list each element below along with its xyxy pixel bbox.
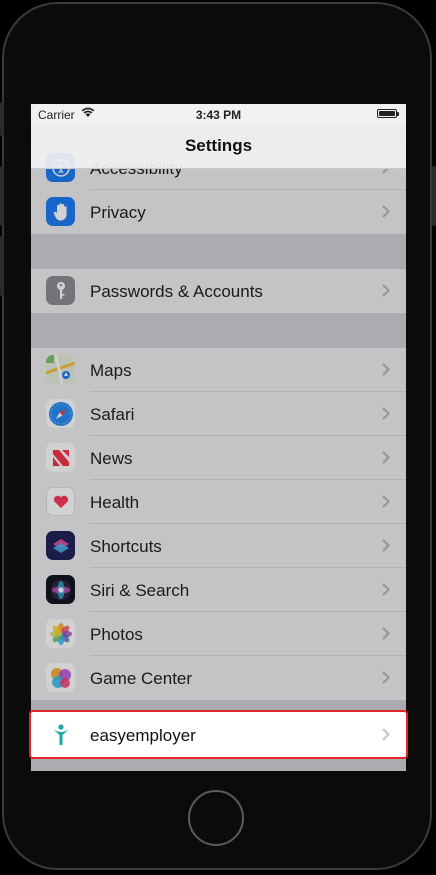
- navigation-bar: Settings: [31, 124, 406, 169]
- photos-icon: [46, 619, 75, 648]
- settings-row-siri-search[interactable]: Siri & Search: [31, 568, 406, 612]
- chevron-right-icon: [382, 451, 390, 469]
- mute-switch: [0, 102, 4, 136]
- settings-row-privacy[interactable]: Privacy: [31, 190, 406, 234]
- settings-row-passwords-accounts[interactable]: Passwords & Accounts: [31, 269, 406, 313]
- chevron-right-icon: [382, 671, 390, 689]
- settings-row-label: Shortcuts: [90, 537, 162, 556]
- settings-row-label: Privacy: [90, 203, 146, 222]
- settings-row-shortcuts[interactable]: Shortcuts: [31, 524, 406, 568]
- easyemployer-logo-icon: [46, 720, 75, 749]
- compass-icon: [46, 399, 75, 428]
- settings-row-health[interactable]: Health: [31, 480, 406, 524]
- game-center-icon: [46, 663, 75, 692]
- settings-row-easyemployer[interactable]: easyemployer: [29, 710, 408, 759]
- chevron-right-icon: [382, 205, 390, 223]
- section-gap: [31, 313, 406, 348]
- volume-down-button: [0, 236, 4, 296]
- maps-icon: [46, 355, 75, 384]
- settings-row-label: Maps: [90, 361, 132, 380]
- page-title: Settings: [184, 136, 253, 155]
- settings-row-label: Passwords & Accounts: [90, 282, 263, 301]
- settings-row-label: Siri & Search: [90, 581, 190, 600]
- chevron-right-icon: [382, 407, 390, 425]
- chevron-right-icon: [382, 284, 390, 302]
- hand-icon: [46, 197, 75, 226]
- screen: Carrier 3:43 PM Settings Accessibility P…: [31, 104, 406, 771]
- volume-up-button: [0, 166, 4, 226]
- settings-row-maps[interactable]: Maps: [31, 348, 406, 392]
- chevron-right-icon: [382, 539, 390, 557]
- settings-row-label: Safari: [90, 405, 135, 424]
- chevron-right-icon: [382, 583, 390, 601]
- chevron-right-icon: [382, 363, 390, 381]
- settings-row-safari[interactable]: Safari: [31, 392, 406, 436]
- news-icon: [46, 443, 75, 472]
- key-icon: [46, 276, 75, 305]
- siri-icon: [46, 575, 75, 604]
- settings-row-news[interactable]: News: [31, 436, 406, 480]
- home-button[interactable]: [188, 790, 244, 846]
- power-button: [432, 166, 436, 226]
- chevron-right-icon: [382, 627, 390, 645]
- chevron-right-icon: [382, 728, 390, 746]
- clock-time: 3:43 PM: [195, 108, 242, 122]
- chevron-right-icon: [382, 495, 390, 513]
- settings-row-photos[interactable]: Photos: [31, 612, 406, 656]
- shortcuts-icon: [46, 531, 75, 560]
- section-gap: [31, 234, 406, 269]
- settings-row-label: easyemployer: [90, 726, 196, 745]
- battery-icon: [377, 109, 399, 118]
- settings-row-label: Health: [90, 493, 140, 512]
- settings-row-label: Game Center: [90, 669, 193, 688]
- settings-row-label: Photos: [90, 625, 143, 644]
- settings-row-game-center[interactable]: Game Center: [31, 656, 406, 700]
- settings-row-label: News: [90, 449, 133, 468]
- heart-icon: [46, 487, 75, 516]
- status-bar: Carrier 3:43 PM: [31, 104, 406, 124]
